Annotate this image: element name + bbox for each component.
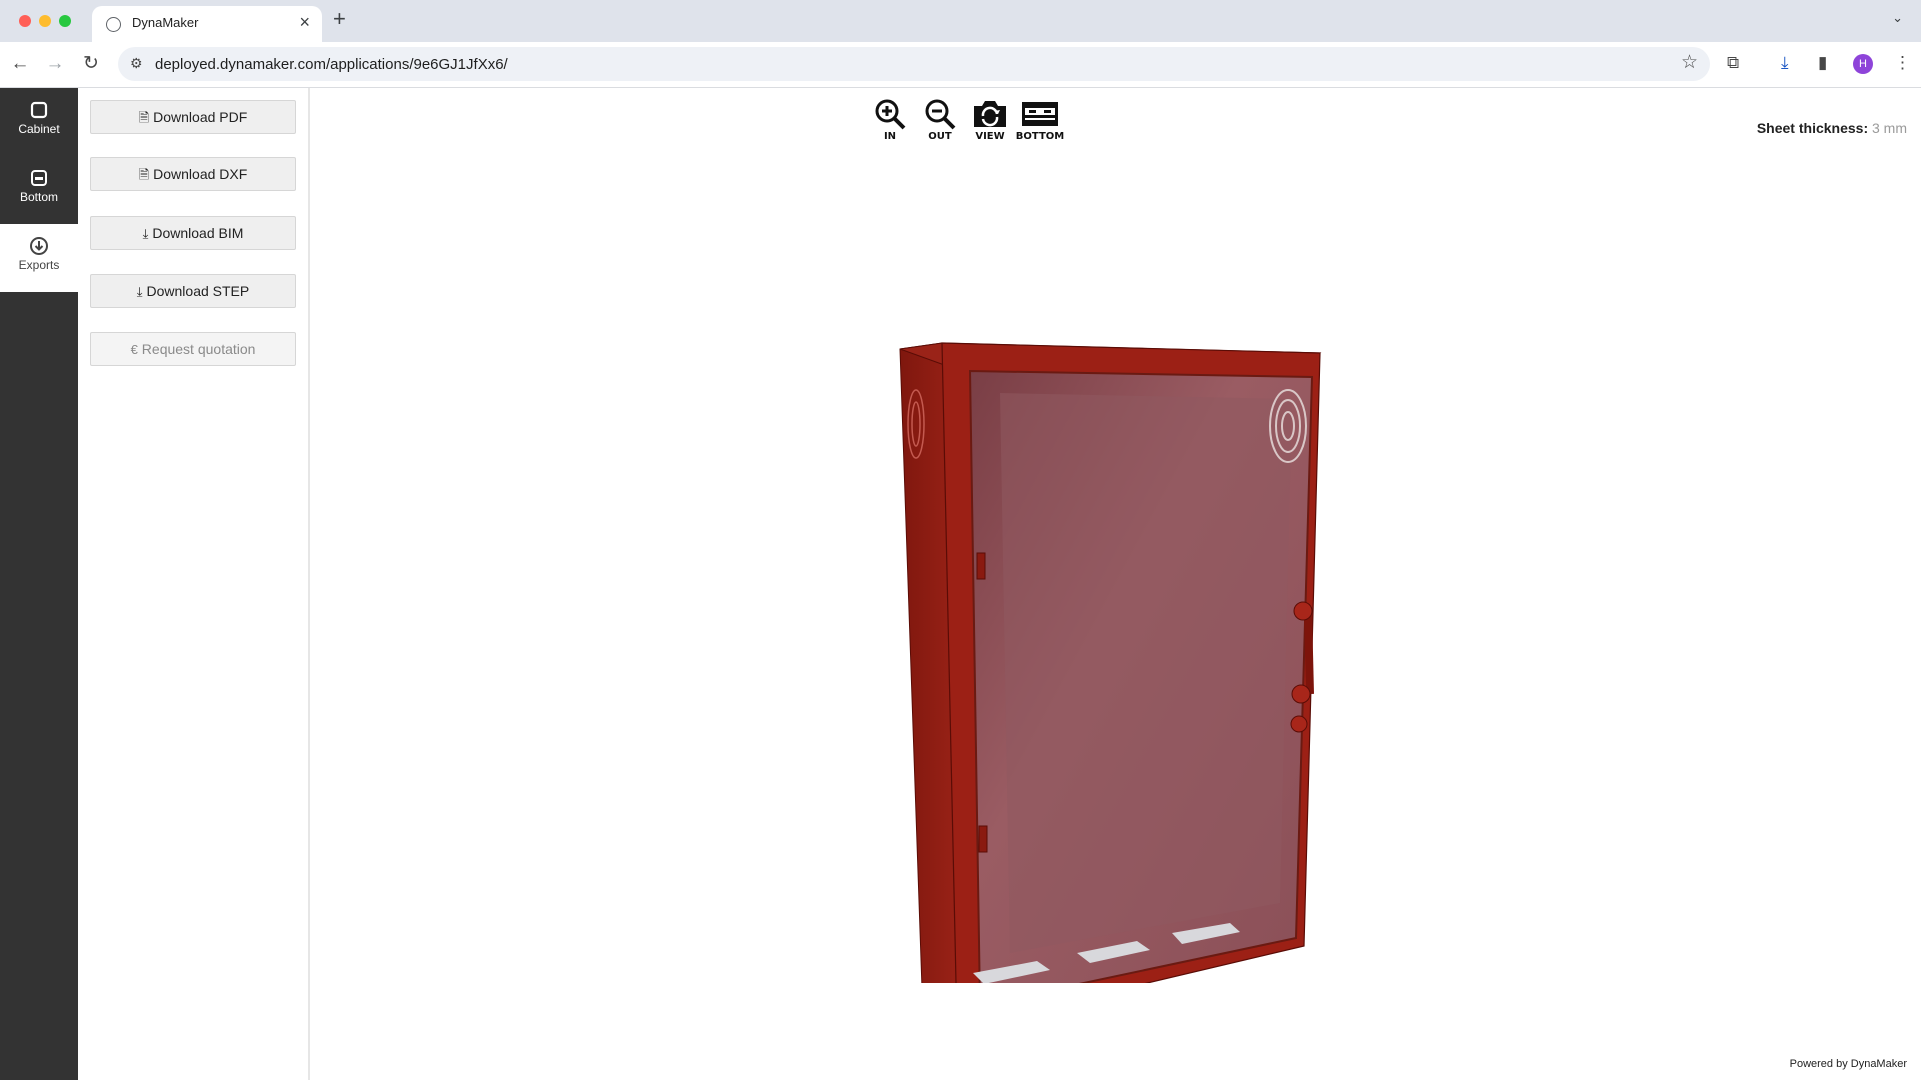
euro-icon: € bbox=[130, 342, 138, 357]
zoom-in-button[interactable]: IN bbox=[868, 98, 912, 150]
exports-panel: 🗎 Download PDF 🗎 Download DXF ⤓ Download BI… bbox=[78, 88, 310, 1080]
powered-by: Powered by DynaMaker bbox=[1789, 1058, 1907, 1070]
button-label: Download BIM bbox=[152, 225, 244, 241]
browser-menu-icon[interactable]: ⋮ bbox=[1894, 53, 1911, 73]
url-host: deployed.dynamaker.com bbox=[155, 56, 326, 73]
browser-toolbar: ← → ↻ ⚙ deployed.dynamaker.com/applicati… bbox=[0, 42, 1921, 88]
reload-button[interactable]: ↻ bbox=[78, 51, 104, 77]
minimize-window-button[interactable] bbox=[39, 15, 51, 27]
file-icon: 🗎 bbox=[138, 167, 150, 182]
bottom-view-button[interactable]: BOTTOM bbox=[1015, 98, 1065, 150]
view-label: VIEW bbox=[975, 131, 1005, 142]
file-icon: 🗎 bbox=[138, 110, 150, 125]
forward-button[interactable]: → bbox=[42, 51, 68, 77]
site-settings-icon[interactable]: ⚙ bbox=[130, 55, 143, 72]
maximize-window-button[interactable] bbox=[59, 15, 71, 27]
tab-close-button[interactable]: × bbox=[299, 12, 310, 33]
download-icon: ⤓ bbox=[142, 226, 149, 241]
left-rail: Cabinet Bottom Exports bbox=[0, 88, 78, 1080]
bottom-view-icon bbox=[1022, 102, 1058, 126]
cabinet-icon bbox=[30, 101, 48, 119]
profile-avatar[interactable]: H bbox=[1853, 54, 1873, 74]
download-icon: ⤓ bbox=[136, 284, 143, 299]
rail-item-bottom[interactable]: Bottom bbox=[0, 156, 78, 224]
3d-viewport[interactable]: IN OUT VIEW BOTTOM Sheet thickness: 3 mm bbox=[312, 88, 1921, 1080]
bottom-label: BOTTOM bbox=[1015, 131, 1065, 142]
close-window-button[interactable] bbox=[19, 15, 31, 27]
request-quotation-button[interactable]: € Request quotation bbox=[90, 332, 296, 366]
tab-search-icon[interactable]: ⌄ bbox=[1892, 10, 1903, 26]
back-button[interactable]: ← bbox=[7, 51, 33, 77]
zoom-in-icon bbox=[875, 99, 906, 130]
rail-item-label: Exports bbox=[18, 258, 60, 272]
bottom-icon bbox=[31, 170, 47, 186]
zoom-in-label: IN bbox=[883, 131, 897, 142]
button-label: Download PDF bbox=[153, 109, 248, 125]
button-label: Download STEP bbox=[146, 283, 250, 299]
reset-view-button[interactable]: VIEW bbox=[968, 98, 1012, 150]
rail-item-label: Bottom bbox=[19, 190, 58, 204]
zoom-out-button[interactable]: OUT bbox=[918, 98, 962, 150]
downloads-icon[interactable]: ⤓ bbox=[1781, 53, 1789, 73]
new-tab-button[interactable]: + bbox=[333, 6, 346, 32]
side-panel-icon[interactable]: ▮ bbox=[1818, 53, 1827, 73]
extensions-icon[interactable]: ⧉ bbox=[1727, 53, 1739, 73]
browser-tab[interactable]: DynaMaker × bbox=[92, 6, 322, 42]
download-circle-icon bbox=[30, 237, 48, 255]
download-step-button[interactable]: ⤓ Download STEP bbox=[90, 274, 296, 308]
browser-chrome: DynaMaker × + ⌄ ← → ↻ ⚙ deployed.dynamak… bbox=[0, 0, 1921, 88]
download-bim-button[interactable]: ⤓ Download BIM bbox=[90, 216, 296, 250]
rail-item-label: Cabinet bbox=[18, 122, 60, 136]
sheet-thickness-value: 3 mm bbox=[1872, 120, 1907, 136]
button-label: Download DXF bbox=[153, 166, 248, 182]
cabinet-3d-model[interactable] bbox=[882, 253, 1342, 983]
cabinet-inner-back bbox=[1000, 393, 1292, 953]
tab-strip: DynaMaker × + ⌄ bbox=[0, 0, 1921, 42]
zoom-out-icon bbox=[925, 99, 956, 130]
url-path: /applications/9e6GJ1JfXx6/ bbox=[325, 56, 508, 73]
button-label: Request quotation bbox=[141, 341, 256, 357]
download-pdf-button[interactable]: 🗎 Download PDF bbox=[90, 100, 296, 134]
download-dxf-button[interactable]: 🗎 Download DXF bbox=[90, 157, 296, 191]
dynamaker-app: Cabinet Bottom Exports 🗎 Download PDF 🗎 Do… bbox=[0, 88, 1921, 1080]
sheet-thickness: Sheet thickness: 3 mm bbox=[1757, 120, 1907, 136]
rail-item-cabinet[interactable]: Cabinet bbox=[0, 88, 78, 156]
url-text[interactable]: deployed.dynamaker.com/applications/9e6G… bbox=[155, 56, 508, 73]
door-hinge bbox=[978, 825, 988, 853]
bookmark-star-icon[interactable]: ☆ bbox=[1681, 51, 1698, 74]
tab-title: DynaMaker bbox=[132, 15, 199, 30]
zoom-out-label: OUT bbox=[928, 131, 952, 142]
rail-item-exports[interactable]: Exports bbox=[0, 224, 78, 292]
sheet-thickness-label: Sheet thickness: bbox=[1756, 120, 1869, 136]
camera-rotate-icon bbox=[974, 101, 1006, 127]
globe-icon bbox=[106, 17, 121, 32]
door-hinge bbox=[976, 552, 986, 580]
address-bar[interactable]: ⚙ deployed.dynamaker.com/applications/9e… bbox=[118, 47, 1710, 81]
